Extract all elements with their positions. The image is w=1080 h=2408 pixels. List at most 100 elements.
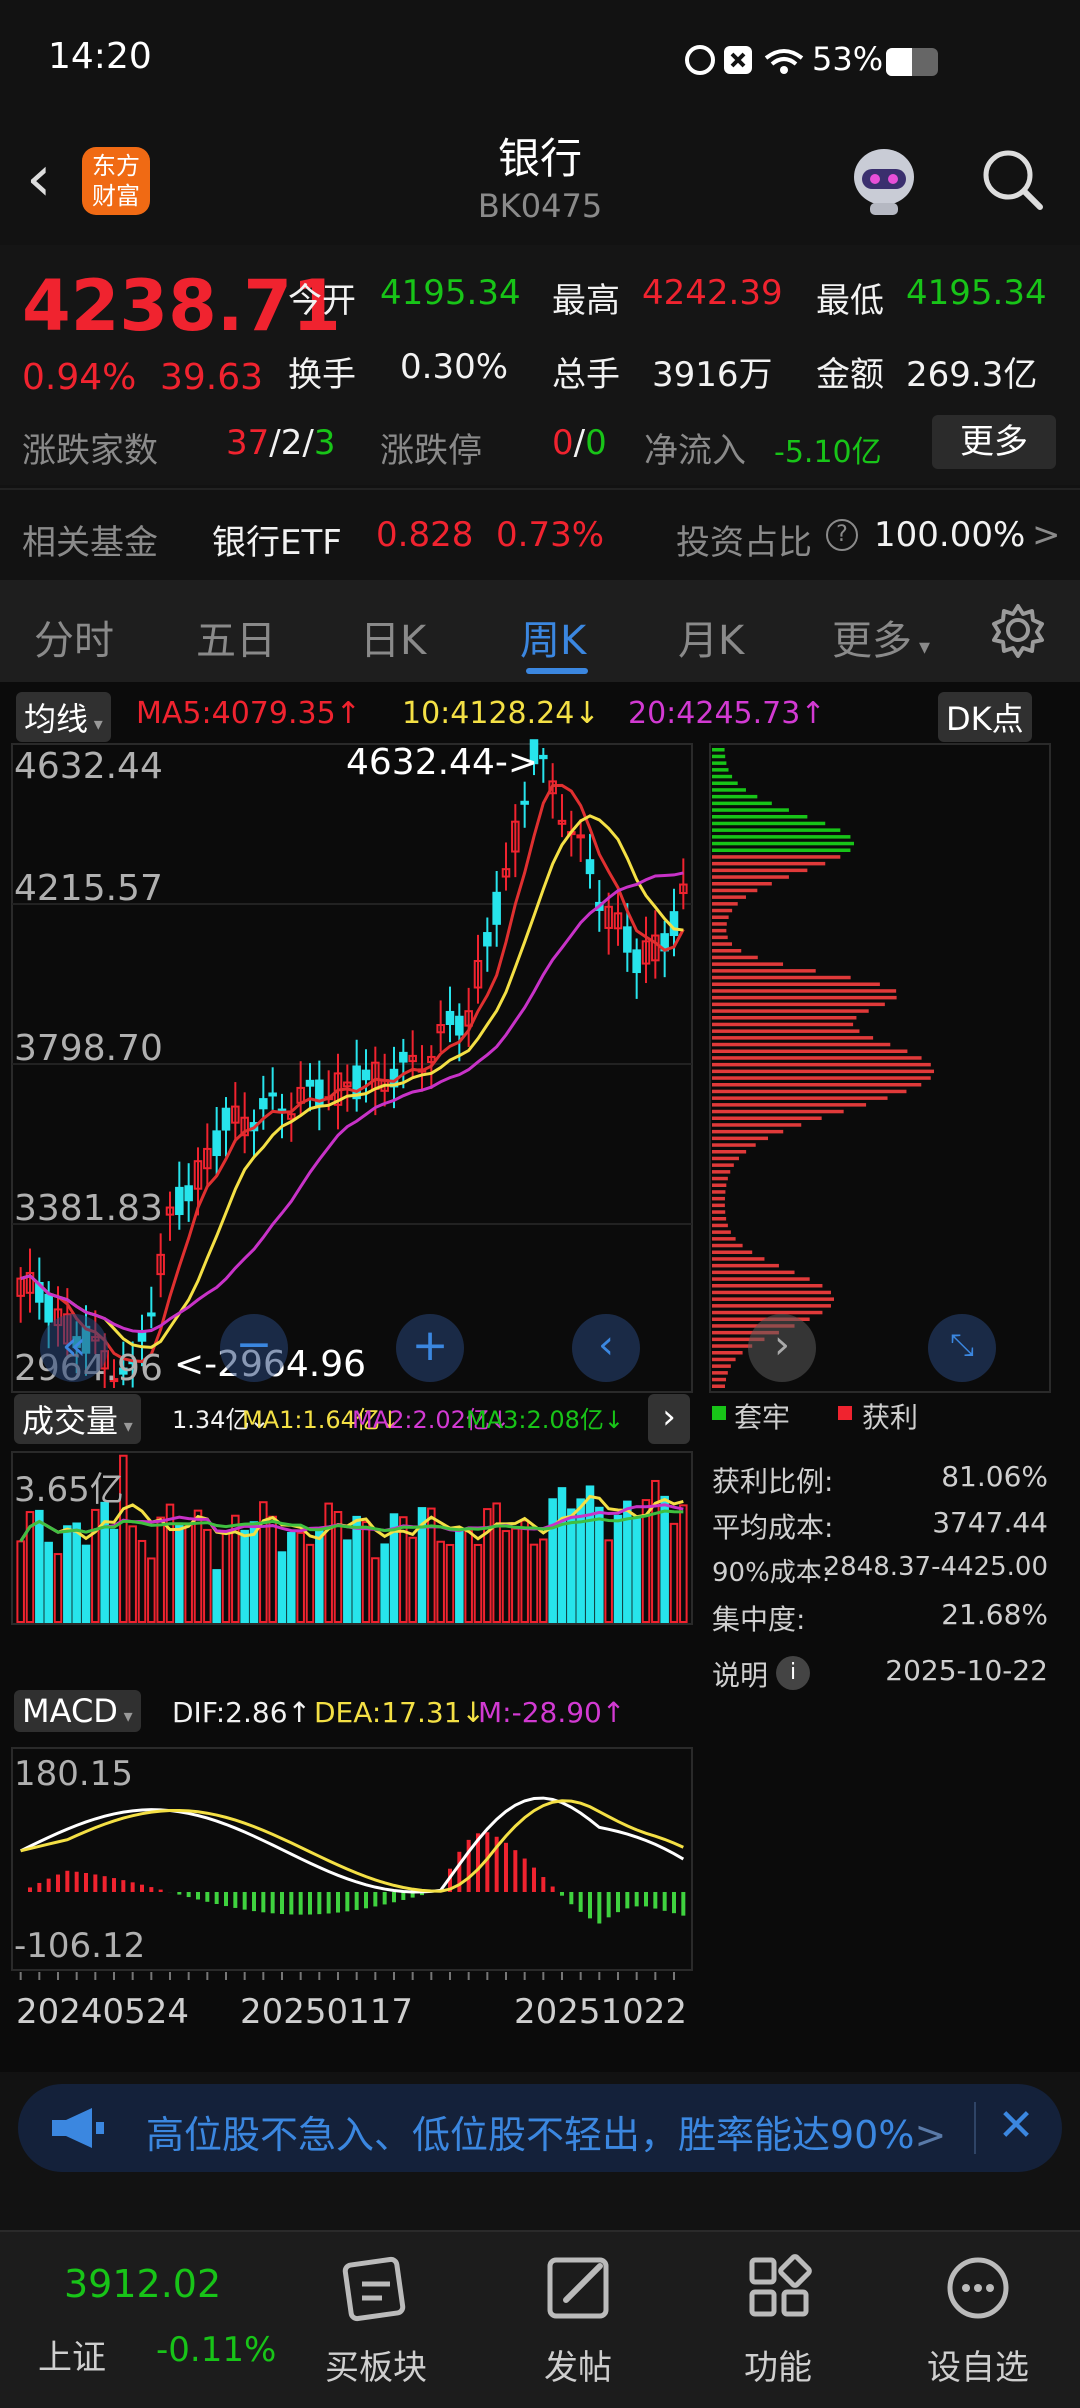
tab-daily-k[interactable]: 日K xyxy=(360,608,426,666)
nav-buy-sector[interactable]: 买板块 xyxy=(306,2340,446,2389)
macd-m-value: M:-28.90↑ xyxy=(478,1696,626,1729)
volume-bar xyxy=(585,1485,595,1623)
dif-value: DIF:2.86↑ xyxy=(172,1696,311,1729)
chip-bar xyxy=(712,1042,891,1047)
index-percent[interactable]: -0.11% xyxy=(156,2330,276,2370)
macd-selector[interactable]: MACD ▾ xyxy=(14,1690,141,1732)
robot-assistant-icon[interactable] xyxy=(844,139,924,219)
banner-text: 高位股不急入、低位股不轻出，胜率能达90%> xyxy=(146,2113,947,2157)
tab-monthly-k[interactable]: 月K xyxy=(678,608,744,666)
breadth-label: 涨跌家数 xyxy=(22,431,158,471)
expand-indicator-button[interactable]: › xyxy=(648,1394,690,1444)
trap-legend-label: 套牢 xyxy=(734,1401,791,1434)
more-circle-icon[interactable] xyxy=(908,2244,1048,2334)
chevron-right-icon[interactable]: > xyxy=(1032,515,1061,555)
chip-bar xyxy=(712,781,738,785)
index-name[interactable]: 上证 xyxy=(38,2330,106,2379)
volume-bar xyxy=(16,1540,25,1623)
chip-bar xyxy=(712,1243,743,1248)
zoom-in-button[interactable]: + xyxy=(396,1314,464,1382)
step-forward-button[interactable]: › xyxy=(748,1314,816,1382)
help-icon[interactable]: ? xyxy=(826,519,858,551)
chip-bar xyxy=(712,1203,725,1208)
volume-indicator-selector[interactable]: 成交量 ▾ xyxy=(14,1394,141,1444)
ma20-line xyxy=(20,871,684,1334)
chip-bar xyxy=(712,975,851,980)
post-edit-icon[interactable] xyxy=(508,2244,648,2334)
volume-bar xyxy=(147,1557,156,1623)
chip-bar xyxy=(712,915,729,919)
nav-add-watchlist[interactable]: 设自选 xyxy=(908,2340,1048,2389)
candle-body xyxy=(259,1098,268,1110)
index-price[interactable]: 3912.02 xyxy=(64,2262,221,2306)
volume-bar xyxy=(240,1529,249,1623)
promo-banner[interactable]: 高位股不急入、低位股不轻出，胜率能达90%> ✕ xyxy=(18,2084,1062,2172)
chip-bar xyxy=(712,982,880,986)
zoom-out-button[interactable]: − xyxy=(220,1314,288,1382)
chip-bar xyxy=(712,1250,753,1254)
volume-bar xyxy=(249,1521,259,1623)
volume-bar xyxy=(156,1516,165,1623)
chip-bar xyxy=(712,1136,769,1141)
close-icon[interactable]: ✕ xyxy=(986,2096,1046,2156)
back-arrow-icon[interactable]: ‹ xyxy=(26,147,52,211)
app-logo[interactable]: 东方财富 xyxy=(82,147,150,215)
chip-bar xyxy=(712,895,746,899)
chip-bar xyxy=(712,794,758,799)
function-grid-icon[interactable] xyxy=(708,2244,848,2334)
nav-post[interactable]: 发帖 xyxy=(508,2340,648,2389)
fullscreen-icon[interactable]: ⤡ xyxy=(928,1314,996,1382)
scroll-left-button[interactable]: « xyxy=(40,1314,108,1382)
settings-gear-icon[interactable] xyxy=(990,602,1046,658)
search-icon[interactable] xyxy=(978,145,1048,215)
buy-sector-icon[interactable] xyxy=(306,2244,446,2334)
volume-bar xyxy=(632,1516,641,1624)
candle-body xyxy=(623,926,632,953)
chip-bar xyxy=(712,774,733,779)
related-fund-row[interactable]: 相关基金 银行ETF 0.828 0.73% 投资占比 ? 100.00% > xyxy=(0,495,1080,575)
fund-name[interactable]: 银行ETF xyxy=(212,515,342,564)
more-button[interactable]: 更多 xyxy=(932,415,1056,469)
tab-five-day[interactable]: 五日 xyxy=(196,608,276,666)
step-back-button[interactable]: ‹ xyxy=(572,1314,640,1382)
nav-function[interactable]: 功能 xyxy=(708,2340,848,2389)
candle-body xyxy=(147,1312,156,1317)
volume-bar xyxy=(380,1543,389,1623)
chip-bar xyxy=(712,1304,831,1308)
x-axis-ticks xyxy=(19,1972,675,1980)
note-label[interactable]: 说明 xyxy=(712,1654,768,1694)
tab-intraday[interactable]: 分时 xyxy=(34,608,114,666)
volume-bar xyxy=(679,1504,688,1624)
battery-percent: 53% xyxy=(812,40,884,78)
volume-bar xyxy=(315,1528,324,1623)
high-value: 4242.39 xyxy=(642,273,783,313)
info-icon[interactable]: i xyxy=(776,1656,810,1690)
chip-bar xyxy=(712,1143,756,1147)
chip-bar xyxy=(712,1156,739,1161)
period-tabs: 分时 五日 日K 周K 月K 更多 ▾ xyxy=(0,580,1080,682)
chip-date: 2025-10-22 xyxy=(885,1654,1048,1687)
volume-bar xyxy=(352,1515,361,1623)
open-label: 今开 xyxy=(288,281,356,321)
candle-body xyxy=(520,800,529,805)
page-title: 银行 xyxy=(497,134,582,183)
volume-max-label: 3.65亿 xyxy=(14,1470,124,1510)
tab-weekly-k[interactable]: 周K xyxy=(520,608,586,666)
volume-bar xyxy=(343,1539,352,1623)
chip-bar xyxy=(712,815,808,819)
ratio-value: 100.00% xyxy=(874,515,1026,555)
chip-bar xyxy=(712,969,816,973)
x-label-end: 20251022 xyxy=(514,1992,688,2032)
volume-bar xyxy=(63,1525,72,1623)
volume-bar xyxy=(371,1557,380,1623)
volume-bar xyxy=(72,1522,81,1624)
tab-more[interactable]: 更多 ▾ xyxy=(832,608,930,666)
volume-bar xyxy=(613,1514,623,1624)
chip-bar xyxy=(712,768,729,772)
chip-bar xyxy=(712,908,733,913)
chip-bar xyxy=(712,1022,854,1027)
chip-bar xyxy=(712,848,851,852)
candle-body xyxy=(576,834,585,839)
fund-label: 相关基金 xyxy=(22,523,158,563)
volume-bar xyxy=(324,1502,333,1624)
